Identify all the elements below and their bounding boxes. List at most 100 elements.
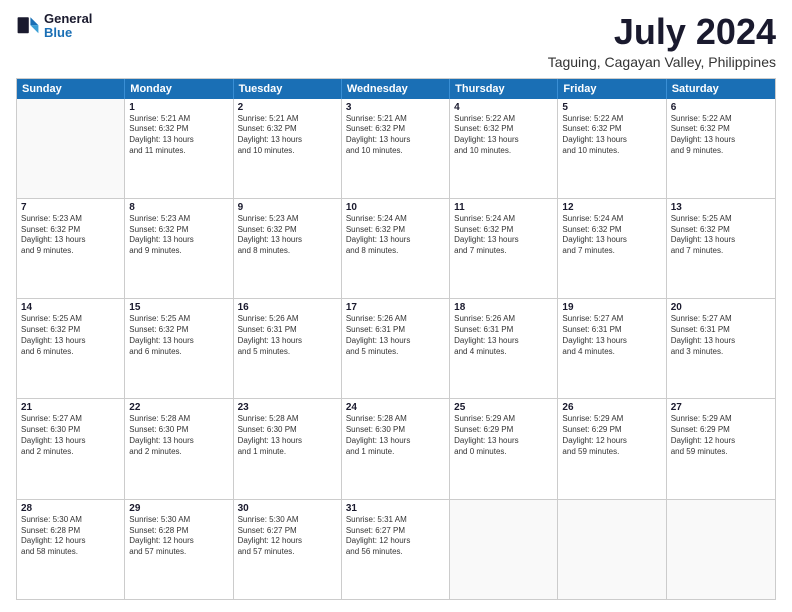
day-info: Sunrise: 5:26 AM Sunset: 6:31 PM Dayligh… xyxy=(346,314,445,357)
day-info: Sunrise: 5:24 AM Sunset: 6:32 PM Dayligh… xyxy=(346,214,445,257)
calendar-day-18: 18Sunrise: 5:26 AM Sunset: 6:31 PM Dayli… xyxy=(450,299,558,398)
calendar-day-19: 19Sunrise: 5:27 AM Sunset: 6:31 PM Dayli… xyxy=(558,299,666,398)
day-number: 14 xyxy=(21,302,120,313)
logo: General Blue xyxy=(16,12,92,41)
calendar-week-1: 1Sunrise: 5:21 AM Sunset: 6:32 PM Daylig… xyxy=(17,99,775,199)
calendar-day-21: 21Sunrise: 5:27 AM Sunset: 6:30 PM Dayli… xyxy=(17,399,125,498)
day-number: 30 xyxy=(238,503,337,514)
day-number: 2 xyxy=(238,102,337,113)
calendar-body: 1Sunrise: 5:21 AM Sunset: 6:32 PM Daylig… xyxy=(17,99,775,599)
calendar-empty-cell xyxy=(450,500,558,599)
calendar-day-31: 31Sunrise: 5:31 AM Sunset: 6:27 PM Dayli… xyxy=(342,500,450,599)
logo-line2: Blue xyxy=(44,26,92,40)
page: General Blue July 2024 Taguing, Cagayan … xyxy=(0,0,792,612)
calendar-week-4: 21Sunrise: 5:27 AM Sunset: 6:30 PM Dayli… xyxy=(17,399,775,499)
calendar-day-11: 11Sunrise: 5:24 AM Sunset: 6:32 PM Dayli… xyxy=(450,199,558,298)
calendar-day-20: 20Sunrise: 5:27 AM Sunset: 6:31 PM Dayli… xyxy=(667,299,775,398)
header: General Blue July 2024 Taguing, Cagayan … xyxy=(16,12,776,70)
day-number: 13 xyxy=(671,202,771,213)
day-info: Sunrise: 5:28 AM Sunset: 6:30 PM Dayligh… xyxy=(238,414,337,457)
day-number: 25 xyxy=(454,402,553,413)
day-info: Sunrise: 5:23 AM Sunset: 6:32 PM Dayligh… xyxy=(21,214,120,257)
day-info: Sunrise: 5:30 AM Sunset: 6:28 PM Dayligh… xyxy=(129,515,228,558)
calendar-week-5: 28Sunrise: 5:30 AM Sunset: 6:28 PM Dayli… xyxy=(17,500,775,599)
day-info: Sunrise: 5:21 AM Sunset: 6:32 PM Dayligh… xyxy=(346,114,445,157)
header-day-monday: Monday xyxy=(125,79,233,99)
logo-text: General Blue xyxy=(44,12,92,41)
day-number: 24 xyxy=(346,402,445,413)
calendar-empty-cell xyxy=(17,99,125,198)
calendar-day-23: 23Sunrise: 5:28 AM Sunset: 6:30 PM Dayli… xyxy=(234,399,342,498)
calendar-day-9: 9Sunrise: 5:23 AM Sunset: 6:32 PM Daylig… xyxy=(234,199,342,298)
calendar-day-24: 24Sunrise: 5:28 AM Sunset: 6:30 PM Dayli… xyxy=(342,399,450,498)
header-day-thursday: Thursday xyxy=(450,79,558,99)
main-title: July 2024 xyxy=(548,12,776,52)
calendar-day-14: 14Sunrise: 5:25 AM Sunset: 6:32 PM Dayli… xyxy=(17,299,125,398)
day-info: Sunrise: 5:29 AM Sunset: 6:29 PM Dayligh… xyxy=(454,414,553,457)
calendar: SundayMondayTuesdayWednesdayThursdayFrid… xyxy=(16,78,776,600)
calendar-day-5: 5Sunrise: 5:22 AM Sunset: 6:32 PM Daylig… xyxy=(558,99,666,198)
day-number: 3 xyxy=(346,102,445,113)
day-info: Sunrise: 5:26 AM Sunset: 6:31 PM Dayligh… xyxy=(238,314,337,357)
day-info: Sunrise: 5:30 AM Sunset: 6:27 PM Dayligh… xyxy=(238,515,337,558)
day-number: 19 xyxy=(562,302,661,313)
day-number: 9 xyxy=(238,202,337,213)
day-info: Sunrise: 5:28 AM Sunset: 6:30 PM Dayligh… xyxy=(129,414,228,457)
day-info: Sunrise: 5:21 AM Sunset: 6:32 PM Dayligh… xyxy=(129,114,228,157)
header-day-friday: Friday xyxy=(558,79,666,99)
calendar-day-16: 16Sunrise: 5:26 AM Sunset: 6:31 PM Dayli… xyxy=(234,299,342,398)
calendar-day-7: 7Sunrise: 5:23 AM Sunset: 6:32 PM Daylig… xyxy=(17,199,125,298)
day-info: Sunrise: 5:30 AM Sunset: 6:28 PM Dayligh… xyxy=(21,515,120,558)
day-number: 28 xyxy=(21,503,120,514)
day-info: Sunrise: 5:23 AM Sunset: 6:32 PM Dayligh… xyxy=(129,214,228,257)
day-number: 31 xyxy=(346,503,445,514)
calendar-empty-cell xyxy=(667,500,775,599)
header-day-tuesday: Tuesday xyxy=(234,79,342,99)
calendar-day-17: 17Sunrise: 5:26 AM Sunset: 6:31 PM Dayli… xyxy=(342,299,450,398)
day-number: 7 xyxy=(21,202,120,213)
title-block: July 2024 Taguing, Cagayan Valley, Phili… xyxy=(548,12,776,70)
calendar-day-28: 28Sunrise: 5:30 AM Sunset: 6:28 PM Dayli… xyxy=(17,500,125,599)
header-day-wednesday: Wednesday xyxy=(342,79,450,99)
calendar-day-8: 8Sunrise: 5:23 AM Sunset: 6:32 PM Daylig… xyxy=(125,199,233,298)
day-info: Sunrise: 5:22 AM Sunset: 6:32 PM Dayligh… xyxy=(671,114,771,157)
day-info: Sunrise: 5:27 AM Sunset: 6:31 PM Dayligh… xyxy=(562,314,661,357)
day-number: 27 xyxy=(671,402,771,413)
day-number: 18 xyxy=(454,302,553,313)
day-number: 4 xyxy=(454,102,553,113)
header-day-sunday: Sunday xyxy=(17,79,125,99)
calendar-day-4: 4Sunrise: 5:22 AM Sunset: 6:32 PM Daylig… xyxy=(450,99,558,198)
day-number: 17 xyxy=(346,302,445,313)
day-info: Sunrise: 5:24 AM Sunset: 6:32 PM Dayligh… xyxy=(562,214,661,257)
day-info: Sunrise: 5:27 AM Sunset: 6:31 PM Dayligh… xyxy=(671,314,771,357)
calendar-day-15: 15Sunrise: 5:25 AM Sunset: 6:32 PM Dayli… xyxy=(125,299,233,398)
day-number: 6 xyxy=(671,102,771,113)
day-number: 8 xyxy=(129,202,228,213)
day-number: 22 xyxy=(129,402,228,413)
day-number: 10 xyxy=(346,202,445,213)
day-info: Sunrise: 5:25 AM Sunset: 6:32 PM Dayligh… xyxy=(129,314,228,357)
day-number: 1 xyxy=(129,102,228,113)
day-info: Sunrise: 5:29 AM Sunset: 6:29 PM Dayligh… xyxy=(671,414,771,457)
day-number: 12 xyxy=(562,202,661,213)
day-info: Sunrise: 5:23 AM Sunset: 6:32 PM Dayligh… xyxy=(238,214,337,257)
calendar-day-22: 22Sunrise: 5:28 AM Sunset: 6:30 PM Dayli… xyxy=(125,399,233,498)
calendar-week-2: 7Sunrise: 5:23 AM Sunset: 6:32 PM Daylig… xyxy=(17,199,775,299)
day-info: Sunrise: 5:24 AM Sunset: 6:32 PM Dayligh… xyxy=(454,214,553,257)
day-number: 5 xyxy=(562,102,661,113)
calendar-day-25: 25Sunrise: 5:29 AM Sunset: 6:29 PM Dayli… xyxy=(450,399,558,498)
day-number: 16 xyxy=(238,302,337,313)
calendar-day-1: 1Sunrise: 5:21 AM Sunset: 6:32 PM Daylig… xyxy=(125,99,233,198)
calendar-day-6: 6Sunrise: 5:22 AM Sunset: 6:32 PM Daylig… xyxy=(667,99,775,198)
day-number: 29 xyxy=(129,503,228,514)
day-info: Sunrise: 5:21 AM Sunset: 6:32 PM Dayligh… xyxy=(238,114,337,157)
calendar-week-3: 14 Sunrise: 5:25 AM Sunset: 6:32 PM Dayli… xyxy=(17,299,775,399)
calendar-day-13: 13Sunrise: 5:25 AM Sunset: 6:32 PM Dayli… xyxy=(667,199,775,298)
day-info: Sunrise: 5:28 AM Sunset: 6:30 PM Dayligh… xyxy=(346,414,445,457)
calendar-header: SundayMondayTuesdayWednesdayThursdayFrid… xyxy=(17,79,775,99)
day-number: 15 xyxy=(129,302,228,313)
day-info: Sunrise: 5:22 AM Sunset: 6:32 PM Dayligh… xyxy=(454,114,553,157)
day-info: Sunrise: 5:29 AM Sunset: 6:29 PM Dayligh… xyxy=(562,414,661,457)
calendar-day-12: 12Sunrise: 5:24 AM Sunset: 6:32 PM Dayli… xyxy=(558,199,666,298)
calendar-day-3: 3Sunrise: 5:21 AM Sunset: 6:32 PM Daylig… xyxy=(342,99,450,198)
